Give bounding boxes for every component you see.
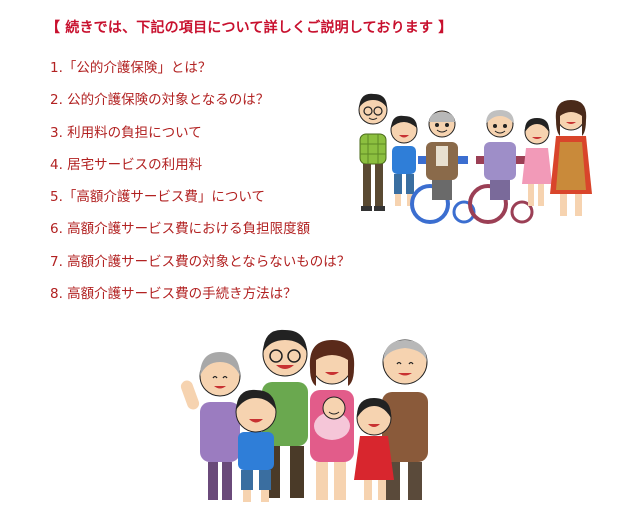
toc-item[interactable]: 2. 公的介護保険の対象となるのは？ [50,90,350,122]
toc-item[interactable]: 6. 高額介護サービス費における負担限度額 [50,219,350,251]
grandfather-wheelchair-figure [410,110,476,224]
father-figure [358,93,388,211]
toc-link-2[interactable]: 2. 公的介護保険の対象となるのは？ [50,92,269,108]
toc-item[interactable]: 1.「公的介護保険」とは？ [50,58,350,90]
toc-item[interactable]: 7. 高額介護サービス費の対象とならないものは？ [50,252,350,284]
toc-link-1[interactable]: 1.「公的介護保険」とは？ [50,60,211,76]
toc-link-5[interactable]: 5.「高額介護サービス費」について [50,189,265,205]
toc-item[interactable]: 8. 高額介護サービス費の手続き方法は？ [50,284,350,316]
toc-item[interactable]: 4. 居宅サービスの利用料 [50,155,350,187]
toc-link-3[interactable]: 3. 利用料の負担について [50,125,202,141]
girl-figure [522,118,552,206]
toc-item[interactable]: 5.「高額介護サービス費」について [50,187,350,219]
mother-figure [550,100,592,216]
toc-item[interactable]: 3. 利用料の負担について [50,123,350,155]
family-wheelchair-illustration [358,93,592,224]
boy-figure [390,115,418,206]
toc-link-7[interactable]: 7. 高額介護サービス費の対象とならないものは？ [50,254,350,270]
section-heading: 【 続きでは、下記の項目について詳しくご説明しております 】 [46,20,453,36]
toc-link-8[interactable]: 8. 高額介護サービス費の手続き方法は？ [50,286,297,302]
boy-figure [235,389,277,502]
toc-link-4[interactable]: 4. 居宅サービスの利用料 [50,157,202,173]
grandmother-figure [180,352,241,500]
table-of-contents: 1.「公的介護保険」とは？ 2. 公的介護保険の対象となるのは？ 3. 利用料の… [50,58,350,316]
three-generation-family-illustration [180,329,428,502]
toc-link-6[interactable]: 6. 高額介護サービス費における負担限度額 [50,221,310,237]
grandmother-wheelchair-figure [468,110,534,224]
